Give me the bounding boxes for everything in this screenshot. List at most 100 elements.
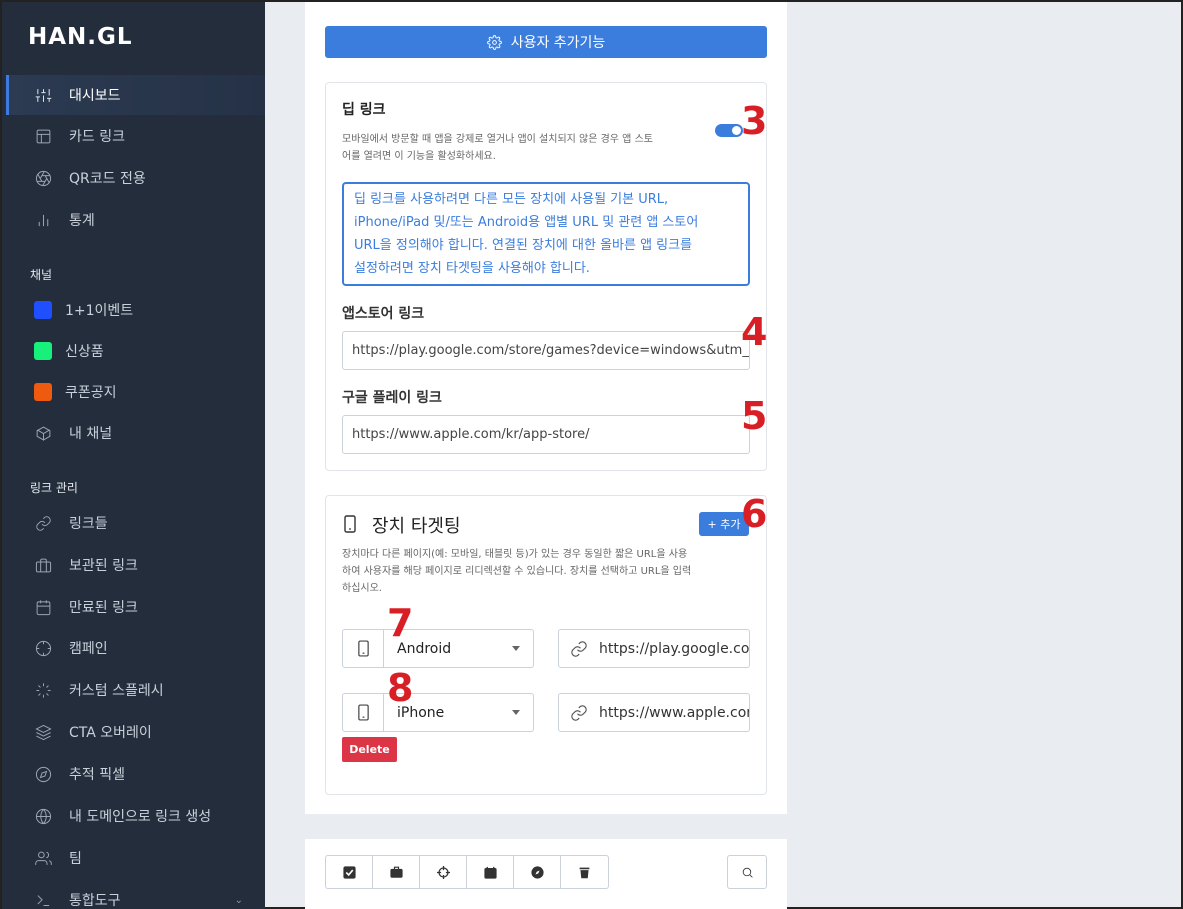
- delete-button[interactable]: Delete: [342, 737, 397, 762]
- annotation-4: 4: [741, 310, 768, 354]
- search-button[interactable]: [727, 855, 767, 889]
- tablet-icon: [343, 515, 357, 533]
- deeplink-description-2: 어를 열려면 이 기능을 활성화하세요.: [342, 151, 496, 162]
- layers-icon: [34, 723, 52, 741]
- delete-selected-button[interactable]: [561, 856, 608, 888]
- device-targeting-title: 장치 타겟팅: [372, 516, 461, 537]
- sidebar-item-label: 커스텀 스플레시: [69, 683, 164, 699]
- custom-features-button[interactable]: 사용자 추가기능: [325, 26, 767, 58]
- sidebar-item-label: 내 채널: [69, 426, 113, 442]
- channel-label: 쿠폰공지: [65, 385, 117, 401]
- caret-down-icon: [512, 710, 520, 715]
- sidebar-item-my-channel[interactable]: 내 채널: [6, 413, 265, 453]
- sidebar-item-team[interactable]: 팀: [6, 838, 265, 878]
- globe-icon: [34, 807, 52, 825]
- box-icon: [34, 424, 52, 442]
- calendar-icon: [483, 866, 497, 879]
- channel-item[interactable]: 쿠폰공지: [6, 372, 265, 412]
- info-line: 설정하려면 장치 타겟팅을 사용해야 합니다.: [354, 261, 590, 276]
- custom-features-label: 사용자 추가기능: [510, 35, 606, 51]
- sidebar-item-label: 추적 픽셀: [69, 767, 125, 783]
- sidebar-item-pixel[interactable]: 추적 픽셀: [6, 754, 265, 794]
- device-icon: [342, 693, 384, 732]
- sidebar-item-archived[interactable]: 보관된 링크: [6, 545, 265, 585]
- sidebar-item-splash[interactable]: 커스텀 스플레시: [6, 670, 265, 710]
- link-icon: [34, 514, 52, 532]
- sliders-icon: [34, 86, 52, 104]
- device-url-input-android[interactable]: https://play.google.com/: [558, 629, 750, 668]
- annotation-7: 7: [387, 601, 414, 645]
- calendar-button[interactable]: [467, 856, 514, 888]
- sidebar-item-dashboard[interactable]: 대시보드: [6, 75, 265, 115]
- pixel-button[interactable]: [514, 856, 561, 888]
- briefcase-icon: [389, 866, 403, 878]
- sidebar-item-label: 링크들: [69, 516, 108, 532]
- channel-color-swatch: [34, 342, 52, 360]
- sidebar-item-label: 통계: [69, 213, 95, 229]
- sidebar-item-card-link[interactable]: 카드 링크: [6, 116, 265, 156]
- sidebar-item-label: 내 도메인으로 링크 생성: [69, 809, 212, 825]
- crosshair-icon: [34, 639, 52, 657]
- terminal-icon: [34, 891, 52, 909]
- device-description-3: 하십시오.: [342, 583, 382, 594]
- channels-heading: 채널: [30, 268, 53, 282]
- select-all-button[interactable]: [326, 856, 373, 888]
- sidebar-item-domain[interactable]: 내 도메인으로 링크 생성: [6, 796, 265, 836]
- device-url-value: https://www.apple.com/: [599, 704, 750, 721]
- annotation-5: 5: [741, 394, 768, 438]
- layout-icon: [34, 127, 52, 145]
- sidebar-item-label: 팀: [69, 851, 82, 867]
- annotation-6: 6: [741, 492, 768, 536]
- briefcase-icon: [34, 556, 52, 574]
- sidebar-item-qr[interactable]: QR코드 전용: [6, 158, 265, 198]
- device-url-value: https://play.google.com/: [599, 640, 750, 657]
- sidebar-item-expired[interactable]: 만료된 링크: [6, 587, 265, 627]
- logo[interactable]: HAN.GL: [28, 24, 133, 50]
- info-line: iPhone/iPad 및/또는 Android용 앱별 URL 및 관련 앱 …: [354, 215, 699, 230]
- annotation-8: 8: [387, 666, 414, 710]
- archive-button[interactable]: [373, 856, 420, 888]
- sidebar-item-label: CTA 오버레이: [69, 725, 152, 741]
- links-heading: 링크 관리: [30, 481, 78, 495]
- calendar-icon: [34, 598, 52, 616]
- link-icon: [571, 640, 587, 657]
- sidebar-item-label: 통합도구: [69, 893, 121, 909]
- channel-item[interactable]: 신상품: [6, 331, 265, 371]
- sidebar-item-campaign[interactable]: 캠페인: [6, 628, 265, 668]
- sidebar-item-stats[interactable]: 통계: [6, 200, 265, 240]
- channel-item[interactable]: 1+1이벤트: [6, 290, 265, 330]
- bulk-actions-toolbar: [325, 855, 609, 889]
- deeplink-toggle[interactable]: [715, 124, 743, 137]
- loader-icon: [34, 681, 52, 699]
- aperture-icon: [34, 169, 52, 187]
- sidebar-item-cta[interactable]: CTA 오버레이: [6, 712, 265, 752]
- compass-icon: [530, 865, 544, 879]
- caret-down-icon: [512, 646, 520, 651]
- appstore-input[interactable]: https://play.google.com/store/games?devi…: [342, 331, 750, 370]
- googleplay-input[interactable]: https://www.apple.com/kr/app-store/: [342, 415, 750, 454]
- sidebar-item-links[interactable]: 링크들: [6, 503, 265, 543]
- device-url-input-iphone[interactable]: https://www.apple.com/: [558, 693, 750, 732]
- gear-icon: [486, 34, 502, 50]
- check-square-icon: [342, 865, 356, 879]
- sidebar-item-label: 캠페인: [69, 641, 108, 657]
- sidebar-item-integrations[interactable]: 통합도구 ⌄: [6, 880, 265, 909]
- channel-color-swatch: [34, 301, 52, 319]
- channel-color-swatch: [34, 383, 52, 401]
- link-icon: [571, 704, 587, 721]
- appstore-label: 앱스토어 링크: [342, 306, 425, 322]
- info-line: URL을 정의해야 합니다. 연결된 장치에 대한 올바른 앱 링크를: [354, 238, 693, 253]
- info-line: 딥 링크를 사용하려면 다른 모든 장치에 사용될 기본 URL,: [354, 192, 669, 207]
- users-icon: [34, 849, 52, 867]
- campaign-button[interactable]: [420, 856, 467, 888]
- channel-label: 1+1이벤트: [65, 303, 134, 319]
- deeplink-description-1: 모바일에서 방문할 때 앱을 강제로 열거나 앱이 설치되지 않은 경우 앱 스…: [342, 134, 653, 145]
- device-icon: [342, 629, 384, 668]
- sidebar-item-label: 보관된 링크: [69, 558, 138, 574]
- sidebar-item-label: 만료된 링크: [69, 600, 138, 616]
- channel-label: 신상품: [65, 344, 104, 360]
- compass-icon: [34, 765, 52, 783]
- search-icon: [742, 867, 753, 878]
- sidebar-item-label: 대시보드: [69, 88, 121, 104]
- device-description-1: 장치마다 다른 페이지(예: 모바일, 태블릿 등)가 있는 경우 동일한 짧은…: [342, 549, 688, 560]
